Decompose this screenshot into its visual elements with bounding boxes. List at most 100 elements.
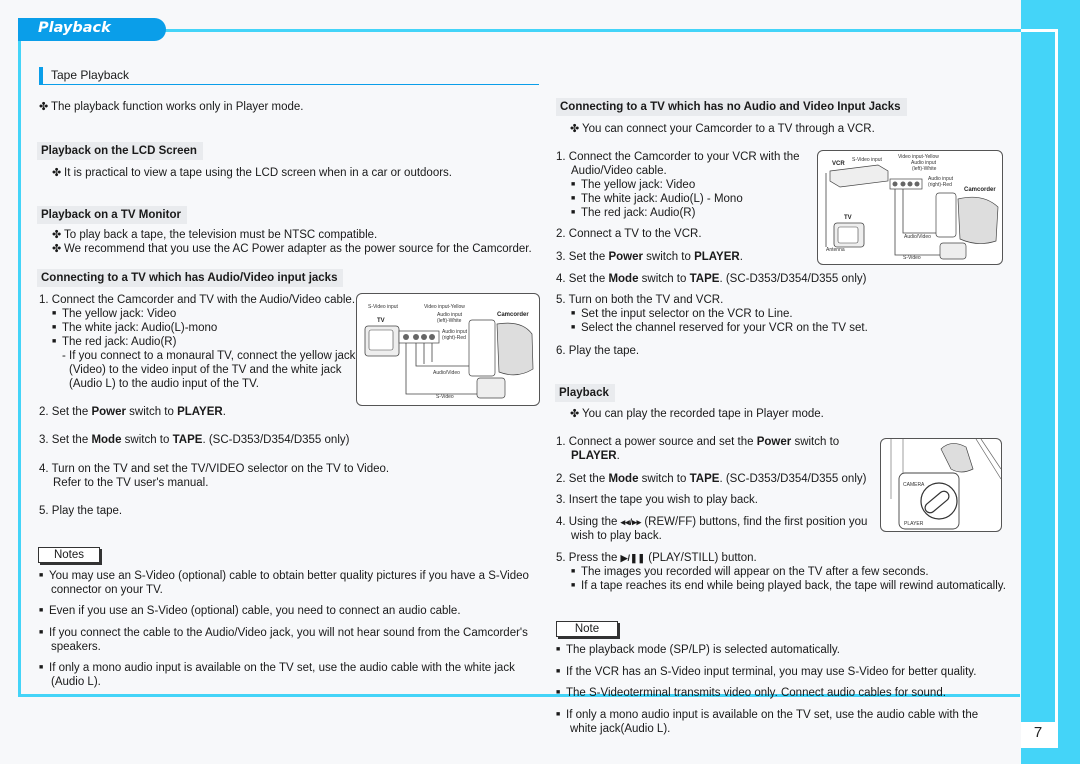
diagram-label-video-input: Video input-Yellow bbox=[424, 304, 465, 310]
av-step-4: 4. Turn on the TV and set the TV/VIDEO s… bbox=[39, 463, 390, 475]
power-switch-diagram: CAMERA PLAYER bbox=[880, 438, 1002, 532]
square-bullet-icon: ■ bbox=[52, 338, 57, 345]
note-item: ■ The playback mode (SP/LP) is selected a… bbox=[556, 644, 840, 656]
no-av-bullet: ■ The white jack: Audio(L) - Mono bbox=[571, 193, 743, 205]
frame-inner-top bbox=[1021, 29, 1058, 32]
square-bullet-icon: ■ bbox=[571, 324, 576, 331]
diagram-label-svideo: S-Video bbox=[903, 255, 921, 261]
av-dash-line: - If you connect to a monaural TV, conne… bbox=[62, 350, 356, 362]
no-av-step-3: 3. Set the Power switch to PLAYER. bbox=[556, 251, 743, 263]
note-item-cont: (Audio L). bbox=[51, 676, 101, 688]
cross-bullet-icon: ✤ bbox=[39, 101, 49, 113]
cross-bullet-icon: ✤ bbox=[52, 167, 62, 179]
vcr-icon bbox=[829, 164, 889, 188]
av-step-2: 2. Set the Power switch to PLAYER. bbox=[39, 406, 226, 418]
square-bullet-icon: ■ bbox=[52, 324, 57, 331]
tv-monitor-item-label: To play back a tape, the television must… bbox=[64, 229, 378, 241]
playback-intro: ✤ You can play the recorded tape in Playe… bbox=[570, 408, 824, 420]
no-av-step-1-cont: Audio/Video cable. bbox=[571, 165, 667, 177]
square-bullet-icon: ■ bbox=[571, 209, 576, 216]
camcorder-icon bbox=[935, 192, 999, 260]
no-av-step-6: 6. Play the tape. bbox=[556, 345, 640, 357]
diagram-label-svideo: S-Video bbox=[436, 394, 454, 400]
camcorder-icon bbox=[468, 319, 534, 399]
diagram-label-audio-video: Audio/Video bbox=[904, 234, 931, 240]
no-av-bullet: ■ The yellow jack: Video bbox=[571, 179, 696, 191]
square-bullet-icon: ■ bbox=[556, 646, 561, 653]
diagram-label-vcr: VCR bbox=[832, 161, 845, 167]
diagram-label-tv: TV bbox=[377, 318, 385, 324]
frame-left-line bbox=[18, 40, 21, 697]
diagram-label-camcorder: Camcorder bbox=[964, 187, 996, 193]
vcr-connection-diagram: VCR S-Video input Video input-Yellow Aud… bbox=[817, 150, 1003, 265]
note-item-cont: connector on your TV. bbox=[51, 584, 163, 596]
diagram-label-antenna: Antenna bbox=[826, 247, 845, 253]
av-bullet-label: The white jack: Audio(L)-mono bbox=[62, 322, 218, 334]
square-bullet-icon: ■ bbox=[556, 689, 561, 696]
square-bullet-icon: ■ bbox=[571, 181, 576, 188]
play-still-icon: ▶/❚❚ bbox=[620, 553, 646, 563]
no-av-step-5: 5. Turn on both the TV and VCR. bbox=[556, 294, 724, 306]
diagram-label-svideo-input: S-Video input bbox=[368, 304, 399, 310]
note-item: ■ If only a mono audio input is available… bbox=[39, 662, 515, 674]
square-bullet-icon: ■ bbox=[571, 568, 576, 575]
tv-connection-diagram: S-Video input Video input-Yellow Audio i… bbox=[356, 293, 540, 406]
heading-av-jacks: Connecting to a TV which has Audio/Video… bbox=[37, 269, 344, 287]
note-item: ■ The S-Videoterminal transmits video onl… bbox=[556, 687, 946, 699]
note-item-cont: white jack(Audio L). bbox=[570, 723, 671, 735]
mode-dial-icon bbox=[920, 482, 958, 520]
note-item: ■ If only a mono audio input is available… bbox=[556, 709, 979, 721]
heading-lcd: Playback on the LCD Screen bbox=[37, 142, 203, 160]
av-step-3: 3. Set the Mode switch to TAPE. (SC-D353… bbox=[39, 434, 350, 446]
section-rule bbox=[39, 84, 539, 85]
intro-label: The playback function works only in Play… bbox=[51, 101, 304, 113]
av-step-4-cont: Refer to the TV user's manual. bbox=[53, 477, 209, 489]
rew-ff-icon: ◂◂/▸▸ bbox=[620, 517, 642, 527]
playback-step-4: 4. Using the ◂◂/▸▸ (REW/FF) buttons, fin… bbox=[556, 516, 868, 528]
square-bullet-icon: ■ bbox=[39, 664, 44, 671]
jack-panel-icon bbox=[398, 330, 440, 344]
no-av-step-4: 4. Set the Mode switch to TAPE. (SC-D353… bbox=[556, 273, 867, 285]
diagram-label-audio-left-2: (left)-White bbox=[437, 318, 462, 324]
av-dash-line: (Video) to the video input of the TV and… bbox=[69, 364, 342, 376]
page-number: 7 bbox=[1033, 724, 1043, 741]
square-bullet-icon: ■ bbox=[52, 310, 57, 317]
section-title: Tape Playback bbox=[51, 68, 130, 82]
square-bullet-icon: ■ bbox=[556, 711, 561, 718]
note-item: ■ Even if you use an S-Video (optional) c… bbox=[39, 605, 461, 617]
diagram-label-player: PLAYER bbox=[904, 521, 924, 527]
playback-step-2: 2. Set the Mode switch to TAPE. (SC-D353… bbox=[556, 473, 867, 485]
no-av-step-5-bullet: ■ Set the input selector on the VCR to Li… bbox=[571, 308, 793, 320]
section-marker bbox=[39, 67, 43, 84]
av-bullet: ■ The white jack: Audio(L)-mono bbox=[52, 321, 217, 335]
playback-step-5-bullet: ■ The images you recorded will appear on … bbox=[571, 566, 929, 578]
square-bullet-icon: ■ bbox=[39, 629, 44, 636]
tv-icon bbox=[364, 325, 400, 357]
square-bullet-icon: ■ bbox=[39, 607, 44, 614]
frame-inner-right bbox=[1055, 29, 1058, 748]
diagram-label-svideo-input: S-Video input bbox=[852, 157, 883, 163]
av-step-1: 1. Connect the Camcorder and TV with the… bbox=[39, 294, 356, 306]
playback-step-5-bullet: ■ If a tape reaches its end while being p… bbox=[571, 580, 1006, 592]
diagram-label-audio-right-2: (right)-Red bbox=[442, 335, 466, 341]
playback-step-1: 1. Connect a power source and set the Po… bbox=[556, 436, 840, 448]
square-bullet-icon: ■ bbox=[571, 195, 576, 202]
right-color-band bbox=[1021, 0, 1080, 764]
diagram-label-camcorder: Camcorder bbox=[497, 312, 529, 318]
lcd-text: ✤ It is practical to view a tape using th… bbox=[52, 166, 452, 180]
no-av-step-5-bullet: ■ Select the channel reserved for your VC… bbox=[571, 322, 868, 334]
square-bullet-icon: ■ bbox=[571, 310, 576, 317]
heading-no-av: Connecting to a TV which has no Audio an… bbox=[556, 98, 907, 116]
heading-tv-monitor: Playback on a TV Monitor bbox=[37, 206, 187, 224]
heading-playback: Playback bbox=[555, 384, 615, 402]
diagram-label-tv: TV bbox=[844, 215, 852, 221]
note-item: ■ If the VCR has an S-Video input termina… bbox=[556, 666, 977, 678]
note-item-cont: speakers. bbox=[51, 641, 101, 653]
av-step-5: 5. Play the tape. bbox=[39, 505, 123, 517]
cross-bullet-icon: ✤ bbox=[52, 243, 62, 255]
diagram-label-audio-video: Audio/Video bbox=[433, 370, 460, 376]
cross-bullet-icon: ✤ bbox=[52, 229, 62, 241]
av-bullet-label: The red jack: Audio(R) bbox=[62, 336, 177, 348]
no-av-step-1: 1. Connect the Camcorder to your VCR wit… bbox=[556, 151, 800, 163]
playback-step-1-cont: PLAYER. bbox=[571, 450, 620, 462]
